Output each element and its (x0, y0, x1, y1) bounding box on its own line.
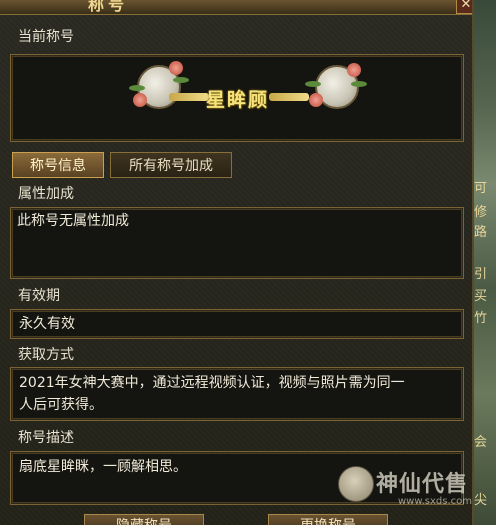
fan-emblem-icon (129, 59, 189, 113)
panel-title: 称号 (88, 0, 129, 14)
ribbon-icon (169, 93, 209, 101)
close-icon: ✕ (460, 0, 472, 12)
hide-title-button[interactable]: 隐藏称号 (84, 514, 204, 525)
acquire-text-line2: 人后可获得。 (19, 397, 103, 413)
title-panel: 称号 ✕ 当前称号 星眸顾 称号信息 所有称号加成 属性加成 此称号无属性加成 … (0, 0, 474, 525)
scene-text: 引 (474, 267, 488, 282)
mascot-logo-icon (338, 466, 374, 502)
scene-text: 修 (474, 205, 488, 220)
attributes-label: 属性加成 (18, 186, 74, 202)
acquire-text-line1: 2021年女神大赛中，通过远程视频认证，视频与照片需为同一 (19, 375, 405, 391)
acquire-label: 获取方式 (18, 347, 74, 363)
current-title-name: 星眸顾 (206, 89, 270, 111)
validity-box: 永久有效 (10, 309, 464, 339)
tab-all-title-bonuses[interactable]: 所有称号加成 (110, 152, 232, 178)
site-watermark: 神仙代售 www.sxds.com (336, 462, 472, 512)
scene-text: 尖 (474, 493, 488, 508)
fan-emblem-icon (305, 59, 367, 113)
current-title-frame: 星眸顾 (10, 54, 464, 142)
scene-text: 竹 (474, 311, 488, 326)
ribbon-icon (269, 93, 309, 101)
scene-text: 买 (474, 289, 488, 304)
description-text: 扇底星眸眯，一顾解相思。 (19, 459, 187, 475)
panel-titlebar: 称号 (0, 0, 472, 15)
description-label: 称号描述 (18, 430, 74, 446)
current-title-label: 当前称号 (18, 29, 74, 45)
tab-title-info[interactable]: 称号信息 (12, 152, 104, 178)
scene-text: 可 (474, 181, 488, 196)
change-title-button[interactable]: 更换称号 (268, 514, 388, 525)
scene-text: 会 (474, 435, 488, 450)
watermark-text: 神仙代售 (376, 472, 469, 497)
validity-text: 永久有效 (19, 316, 75, 332)
watermark-url: www.sxds.com (398, 496, 473, 507)
validity-label: 有效期 (18, 288, 60, 304)
scene-text: 路 (474, 225, 488, 240)
acquire-box: 2021年女神大赛中，通过远程视频认证，视频与照片需为同一 人后可获得。 (10, 367, 464, 421)
game-scene-background: 可 修 路 引 买 竹 会 尖 (472, 0, 496, 525)
attributes-text: 此称号无属性加成 (17, 213, 129, 229)
attributes-box: 此称号无属性加成 (10, 207, 464, 279)
close-button[interactable]: ✕ (456, 0, 472, 14)
